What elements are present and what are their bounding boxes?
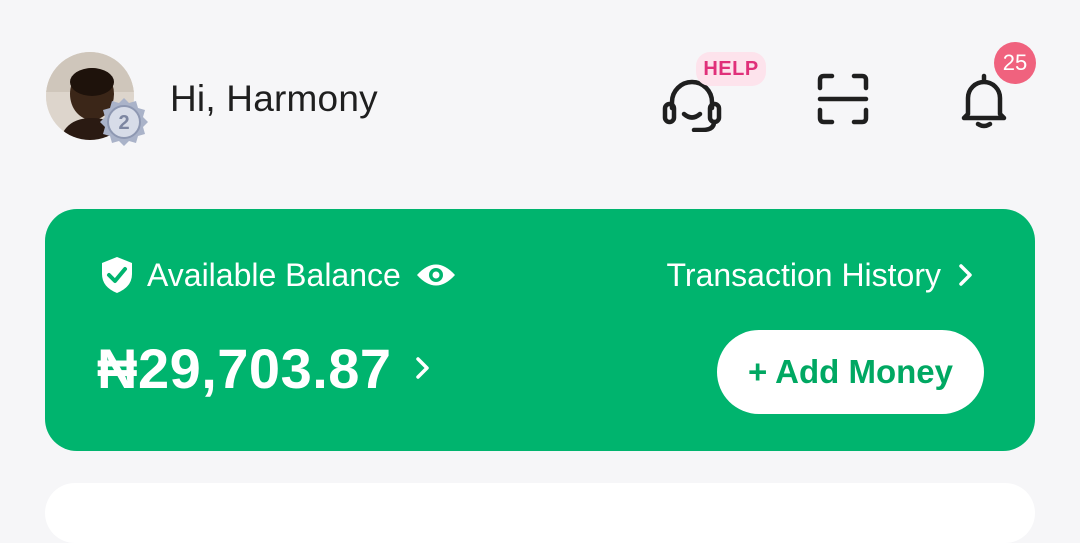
profile-avatar[interactable]: 2 [46, 52, 148, 148]
notifications-button[interactable]: 25 [950, 40, 1040, 130]
scan-button[interactable] [814, 70, 872, 128]
shield-check-icon [102, 257, 132, 293]
greeting-text: Hi, Harmony [170, 78, 378, 119]
available-balance-label: Available Balance [147, 256, 401, 293]
scan-icon [817, 73, 869, 125]
next-section-card [45, 483, 1035, 543]
balance-amount-row[interactable]: ₦29,703.87 [97, 333, 432, 403]
transaction-history-label: Transaction History [666, 256, 941, 293]
help-button[interactable]: HELP [654, 52, 766, 132]
available-balance-row: Available Balance [99, 253, 457, 297]
help-badge: HELP [696, 52, 766, 86]
balance-card: Available Balance Transaction History ₦2… [45, 209, 1035, 451]
level-badge: 2 [98, 96, 150, 148]
notification-count-badge: 25 [994, 42, 1036, 84]
balance-amount: ₦29,703.87 [97, 336, 392, 400]
add-money-button[interactable]: + Add Money [717, 330, 984, 414]
transaction-history-link[interactable]: Transaction History [667, 253, 975, 297]
svg-text:2: 2 [118, 112, 129, 134]
chevron-right-icon [415, 357, 429, 379]
chevron-right-icon [959, 264, 972, 286]
home-header: 2 Hi, Harmony HELP 25 [0, 0, 1080, 190]
eye-icon[interactable] [415, 260, 457, 290]
